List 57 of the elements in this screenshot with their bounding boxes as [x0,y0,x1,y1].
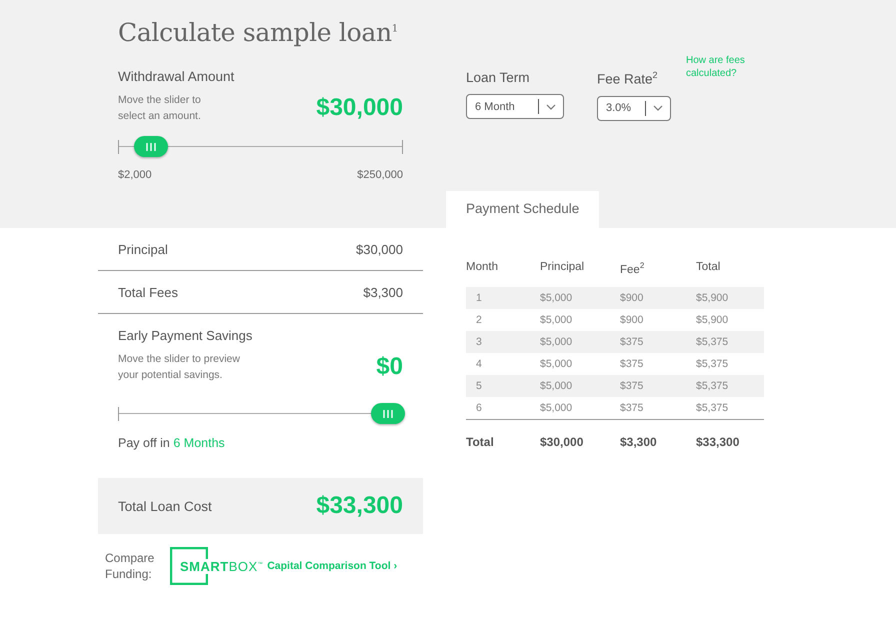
total-label: Total Loan Cost [118,498,212,514]
column-header: Month [466,261,499,273]
table-cell-text: 1 [475,292,483,304]
hint-text: Move the slider to preview your potential savings. [118,352,241,383]
table-cell-text: 5 [475,380,483,392]
amount-value: $30,000 [316,94,403,122]
table-cell-text: 4 [475,358,483,370]
table-cell-text: $900 [620,292,644,304]
dropdown[interactable]: 6 Month [466,94,564,119]
table-cell-text: $5,900 [696,314,730,326]
table-cell-text: $375 [620,336,644,348]
table-cell-text: $375 [620,358,644,370]
table-cell-text: $375 [620,402,644,414]
payoff-text: Pay off in 6 Months [118,436,226,450]
column-header: Principal [540,261,586,273]
summary-label: Total Fees [118,284,178,300]
section-label: Early Payment Savings [118,328,254,343]
dropdown[interactable]: 3.0% [597,96,671,120]
table-cell-text: 2 [475,314,483,326]
table-cell-text: $375 [620,380,644,392]
table-cell-text: $5,000 [540,380,574,392]
max-label: $250,000 [357,169,403,181]
total-cell-text: $3,300 [620,435,658,449]
hint-text: Move the slider to select an amount. [118,93,202,124]
section-label: Withdrawal Amount [118,69,236,84]
table-cell-text: 3 [475,336,483,348]
table-cell-text: $5,000 [540,292,574,304]
table-cell-text: $5,375 [696,358,730,370]
table-cell-text: 6 [475,402,483,414]
table-cell-text: $5,900 [696,292,730,304]
summary-label: Principal [118,242,168,256]
page-title: Calculate sample loan$^{1}$ [118,18,399,49]
min-label: $2,000 [118,169,152,181]
total-cell-text: Total [466,435,495,449]
total-value: $33,300 [316,492,403,520]
total-cell-text: $33,300 [696,435,740,449]
field-label: Fee Rate$^{2}$ [597,70,659,86]
column-header: Total [696,261,722,273]
logo-text: SMARTBOX$^{™}$ [179,558,264,574]
column-header: Fee$^{2}$ [620,261,646,276]
table-cell-text: $5,000 [540,402,574,414]
field-label: Loan Term [466,70,531,85]
table-cell-text: $5,375 [696,402,730,414]
savings-value: $0 [376,353,403,381]
slider-thumb[interactable] [371,403,405,424]
tab[interactable]: Payment Schedule [446,191,600,228]
table-cell-text: $5,375 [696,336,730,348]
slider-thumb[interactable] [134,136,168,157]
table-cell-text: $5,000 [540,358,574,370]
summary-value: $30,000 [356,242,403,256]
total-cell-text: $30,000 [540,435,584,449]
table-cell-text: $5,000 [540,336,574,348]
table-cell-text: $900 [620,314,644,326]
summary-value: $3,300 [363,284,403,300]
compare-label: Compare Funding: [105,550,156,582]
table-cell-text: $5,375 [696,380,730,392]
table-cell-text: $5,000 [540,314,574,326]
